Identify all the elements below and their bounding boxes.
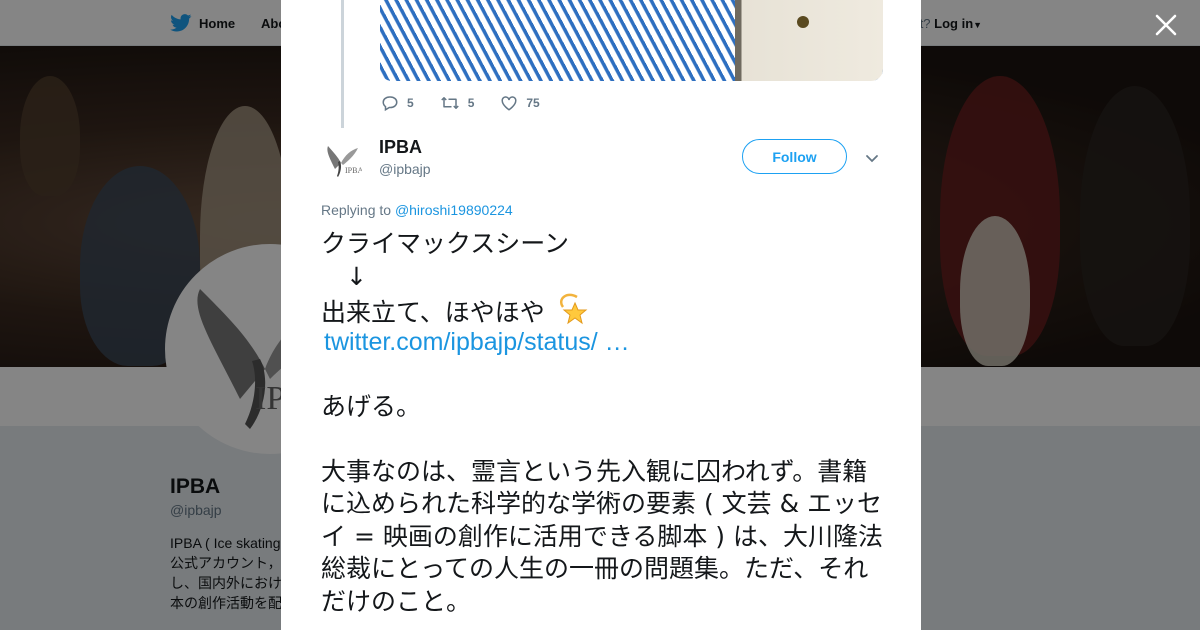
author-avatar[interactable]: IPBA [321,137,365,181]
reply-count: 5 [407,96,414,110]
photo-door [735,0,883,81]
retweet-icon [440,97,459,109]
tweet-modal: 5 5 75 IPBA IPBA @ipbajp Follow Replying… [281,0,921,630]
tweet-line: 出来立て、ほやほや [321,298,545,327]
follow-button[interactable]: Follow [742,139,847,174]
chevron-down-icon[interactable] [864,150,880,166]
tweet-line: ↓ [321,261,367,291]
tweet-link[interactable]: twitter.com/ipbajp/status/ … [321,326,891,359]
replying-prefix: Replying to [321,202,392,218]
close-icon[interactable] [1153,12,1179,38]
reply-button[interactable]: 5 [381,94,414,112]
tweet-line: クライマックスシーン [321,229,570,258]
tweet-line: あげる。 [321,391,422,421]
previous-tweet-photo[interactable] [380,0,883,81]
replying-to-link[interactable]: @hiroshi19890224 [395,202,513,218]
retweet-button[interactable]: 5 [440,94,475,112]
tweet-paragraph: 大事なのは、霊言という先入観に囚われず。書籍に込められた科学的な学術の要素 ( … [321,456,883,616]
tweet-line-with-emoji: 出来立て、ほやほや [321,293,891,327]
like-icon [501,96,517,111]
replying-to: Replying to @hiroshi19890224 [321,202,513,218]
previous-tweet-actions: 5 5 75 [381,94,566,112]
dizzy-emoji-icon [559,293,588,325]
author-name[interactable]: IPBA [379,137,422,158]
photo-door-knob [797,16,809,28]
ipba-logo-icon: IPBA [327,146,363,177]
tweet-text: クライマックスシーン ↓ 出来立て、ほやほや twitter.com/ipbaj… [321,228,891,618]
like-button[interactable]: 75 [500,94,540,112]
author-handle[interactable]: @ipbajp [379,161,431,177]
svg-text:IPBA: IPBA [345,166,363,175]
reply-icon [382,96,398,112]
like-count: 75 [526,96,540,110]
retweet-count: 5 [467,96,475,110]
thread-connector [341,0,344,128]
